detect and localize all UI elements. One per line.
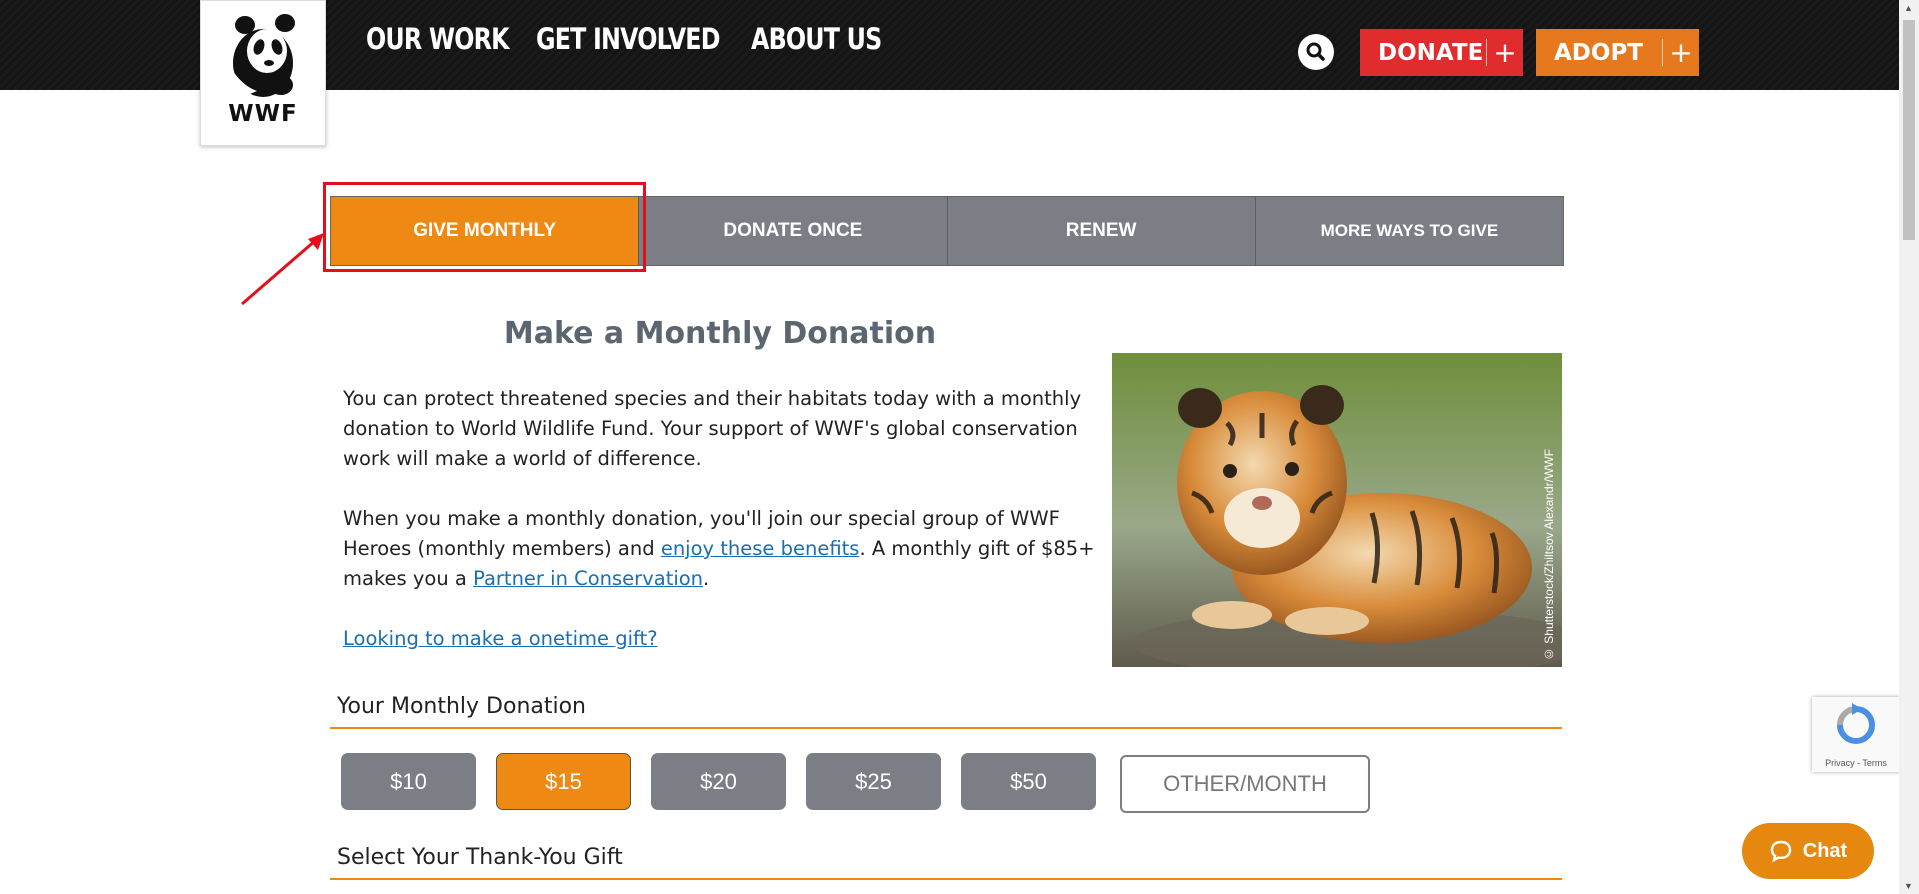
amount-option-25[interactable]: $25 <box>806 753 941 810</box>
logo-text: WWF <box>228 101 298 127</box>
partner-in-conservation-link[interactable]: Partner in Conservation <box>473 567 703 590</box>
nav-about-us[interactable]: ABOUT US <box>751 22 882 56</box>
amount-option-20[interactable]: $20 <box>651 753 786 810</box>
recaptcha-badge[interactable]: Privacy - Terms <box>1812 697 1900 772</box>
annotation-highlight-box <box>323 182 646 272</box>
photo-credit: © Shutterstock/Zhiltsov Alexandr/WWF <box>1542 448 1556 661</box>
wwf-logo[interactable]: WWF <box>200 0 326 146</box>
tab-more-ways-to-give[interactable]: MORE WAYS TO GIVE <box>1254 197 1563 265</box>
plus-icon: + <box>1662 36 1699 69</box>
main-nav: OUR WORK GET INVOLVED ABOUT US <box>366 22 901 56</box>
intro-paragraph: You can protect threatened species and t… <box>343 387 1082 470</box>
scroll-down-icon[interactable]: ▼ <box>1904 881 1913 891</box>
vertical-scrollbar[interactable]: ▲ ▼ <box>1899 0 1919 894</box>
onetime-paragraph: Looking to make a onetime gift? <box>343 624 1103 654</box>
annotation-arrow-icon <box>241 233 324 306</box>
intro-copy: You can protect threatened species and t… <box>343 384 1103 684</box>
donate-label: DONATE <box>1378 39 1484 66</box>
section-divider <box>330 727 1562 729</box>
recaptcha-links[interactable]: Privacy - Terms <box>1812 758 1900 768</box>
tiger-cub-photo: © Shutterstock/Zhiltsov Alexandr/WWF <box>1112 353 1562 667</box>
search-button[interactable] <box>1298 34 1334 70</box>
enjoy-benefits-link[interactable]: enjoy these benefits <box>661 537 860 560</box>
panda-logo-icon <box>232 14 295 97</box>
tab-renew[interactable]: RENEW <box>946 197 1255 265</box>
thank-you-gift-heading: Select Your Thank-You Gift <box>337 845 623 870</box>
chat-label: Chat <box>1802 839 1848 862</box>
amount-options: $10 $15 $20 $25 $50 <box>341 753 1096 810</box>
nav-get-involved[interactable]: GET INVOLVED <box>536 22 720 56</box>
scrollbar-thumb[interactable] <box>1903 20 1915 240</box>
chat-bubble-icon <box>1770 840 1791 863</box>
onetime-gift-link[interactable]: Looking to make a onetime gift? <box>343 627 658 650</box>
plus-icon: + <box>1486 36 1523 69</box>
adopt-label: ADOPT <box>1554 39 1643 66</box>
donate-button[interactable]: DONATE + <box>1360 29 1523 76</box>
benefits-paragraph: When you make a monthly donation, you'll… <box>343 504 1103 594</box>
adopt-button[interactable]: ADOPT + <box>1536 29 1699 76</box>
search-icon <box>1306 42 1325 61</box>
tab-donate-once[interactable]: DONATE ONCE <box>638 197 946 265</box>
monthly-donation-heading: Your Monthly Donation <box>337 694 587 719</box>
tiger-cub-image <box>1112 353 1562 667</box>
amount-option-10[interactable]: $10 <box>341 753 476 810</box>
recaptcha-icon <box>1837 703 1875 744</box>
nav-our-work[interactable]: OUR WORK <box>366 22 510 56</box>
amount-option-50[interactable]: $50 <box>961 753 1096 810</box>
other-amount-input[interactable] <box>1120 755 1370 813</box>
section-divider <box>330 878 1562 880</box>
benefits-text: . <box>703 567 710 590</box>
page-title: Make a Monthly Donation <box>503 316 937 351</box>
chat-button[interactable]: Chat <box>1742 823 1874 879</box>
amount-option-15[interactable]: $15 <box>496 753 631 810</box>
scroll-up-icon[interactable]: ▲ <box>1904 3 1913 13</box>
